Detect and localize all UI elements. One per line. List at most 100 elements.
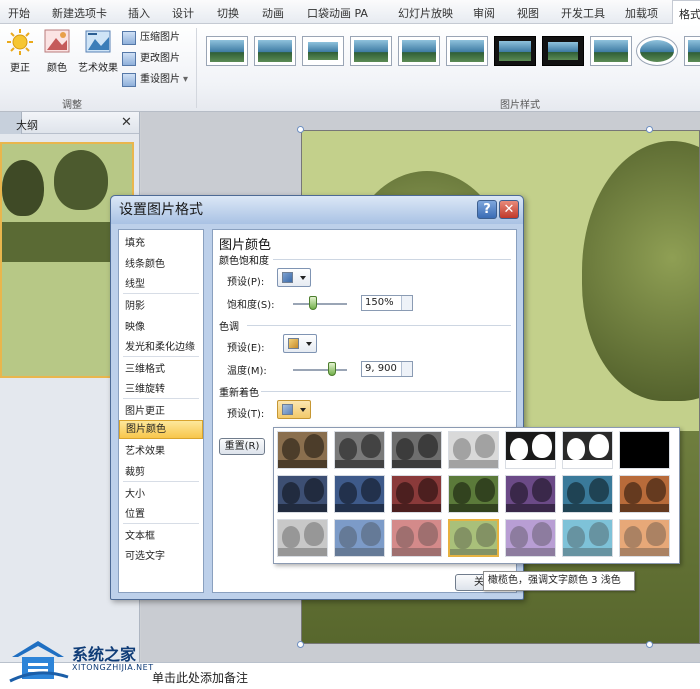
- picture-style-5[interactable]: [398, 36, 440, 66]
- artistic-effects-button[interactable]: 艺术效果: [76, 28, 120, 74]
- recolor-swatch[interactable]: [391, 519, 442, 557]
- picture-style-7[interactable]: [494, 36, 536, 66]
- nav-line-style[interactable]: 线型: [125, 275, 145, 290]
- picture-style-9[interactable]: [590, 36, 632, 66]
- nav-reflection[interactable]: 映像: [125, 318, 145, 333]
- change-picture-button[interactable]: 更改图片: [122, 51, 180, 67]
- recolor-swatch[interactable]: [334, 475, 385, 513]
- recolor-swatch[interactable]: [562, 475, 613, 513]
- saturation-section: 颜色饱和度: [219, 256, 269, 267]
- swatch-face: [475, 434, 495, 458]
- recolor-swatch[interactable]: [391, 475, 442, 513]
- swatch-shoulders: [620, 504, 669, 512]
- nav-glow-soft-edges[interactable]: 发光和柔化边缘: [125, 338, 195, 353]
- swatch-shoulders: [335, 504, 384, 512]
- reset-button[interactable]: 重置(R): [219, 438, 265, 455]
- nav-size[interactable]: 大小: [125, 485, 145, 500]
- tab-developer[interactable]: 开发工具: [561, 5, 605, 21]
- swatch-face: [282, 438, 300, 460]
- nav-crop[interactable]: 裁剪: [125, 463, 145, 478]
- recolor-swatch[interactable]: [277, 519, 328, 557]
- swatch-face: [282, 482, 300, 504]
- recolor-swatch[interactable]: [277, 431, 328, 469]
- resize-handle-top-left[interactable]: [297, 126, 304, 133]
- picture-style-10[interactable]: [636, 36, 678, 66]
- recolor-swatch[interactable]: [448, 431, 499, 469]
- recolor-swatch[interactable]: [334, 431, 385, 469]
- picture-style-8[interactable]: [542, 36, 584, 66]
- nav-artistic-effects[interactable]: 艺术效果: [125, 442, 165, 457]
- nav-text-box[interactable]: 文本框: [125, 527, 155, 542]
- saturation-slider-thumb[interactable]: [308, 296, 317, 310]
- temperature-input[interactable]: 9, 900: [361, 361, 413, 377]
- saturation-slider[interactable]: [293, 296, 347, 310]
- nav-line-color[interactable]: 线条颜色: [125, 255, 165, 270]
- recolor-swatch[interactable]: [562, 519, 613, 557]
- nav-3d-format[interactable]: 三维格式: [125, 360, 165, 375]
- picture-style-3[interactable]: [302, 36, 344, 66]
- resize-handle-top[interactable]: [646, 126, 653, 133]
- nav-3d-rotation[interactable]: 三维旋转: [125, 380, 165, 395]
- help-button[interactable]: ?: [477, 200, 497, 219]
- tab-slideshow[interactable]: 幻灯片放映: [398, 5, 453, 21]
- recolor-swatch[interactable]: [619, 431, 670, 469]
- tab-addins[interactable]: 加载项: [625, 5, 658, 21]
- swatch-face: [339, 482, 357, 504]
- color-label: 颜色: [47, 63, 67, 74]
- resize-handle-bottom[interactable]: [646, 641, 653, 648]
- artistic-effects-label: 艺术效果: [78, 63, 118, 74]
- recolor-swatch[interactable]: [619, 519, 670, 557]
- tab-new-tab[interactable]: 新建选项卡: [52, 5, 107, 21]
- swatch-face: [589, 478, 609, 502]
- tab-view[interactable]: 视图: [517, 5, 539, 21]
- picture-style-1[interactable]: [206, 36, 248, 66]
- picture-style-2[interactable]: [254, 36, 296, 66]
- pane-tab-outline[interactable]: 大纲: [16, 117, 38, 133]
- tab-design[interactable]: 设计: [172, 5, 194, 21]
- nav-fill[interactable]: 填充: [125, 234, 145, 249]
- nav-picture-corrections[interactable]: 图片更正: [125, 402, 165, 417]
- recolor-preset-dropdown[interactable]: [277, 400, 311, 419]
- picture-style-11[interactable]: [684, 36, 700, 66]
- tab-home[interactable]: 开始: [8, 5, 30, 21]
- recolor-swatch[interactable]: [334, 519, 385, 557]
- recolor-swatch[interactable]: [448, 475, 499, 513]
- tone-preset-label: 预设(E):: [227, 343, 265, 354]
- tab-animations[interactable]: 动画: [262, 5, 284, 21]
- nav-position[interactable]: 位置: [125, 505, 145, 520]
- recolor-swatch[interactable]: [619, 475, 670, 513]
- corrections-button[interactable]: 更正: [4, 28, 36, 74]
- color-button[interactable]: 颜色: [40, 28, 74, 74]
- swatch-face: [624, 482, 642, 504]
- nav-picture-color[interactable]: 图片颜色: [119, 420, 203, 439]
- recolor-swatch[interactable]: [391, 431, 442, 469]
- temperature-slider-thumb[interactable]: [327, 362, 336, 376]
- recolor-swatch[interactable]: [277, 475, 328, 513]
- reset-picture-button[interactable]: 重设图片 ▾: [122, 72, 188, 88]
- resize-handle-bottom-left[interactable]: [297, 641, 304, 648]
- picture-style-6[interactable]: [446, 36, 488, 66]
- nav-alt-text[interactable]: 可选文字: [125, 547, 165, 562]
- tone-preset-dropdown[interactable]: [283, 334, 317, 353]
- recolor-swatch[interactable]: [505, 475, 556, 513]
- saturation-input[interactable]: 150%: [361, 295, 413, 311]
- compress-icon: [122, 31, 136, 45]
- swatch-face: [396, 438, 414, 460]
- recolor-swatch[interactable]: [448, 519, 499, 557]
- compress-pictures-button[interactable]: 压缩图片: [122, 30, 180, 46]
- nav-shadow[interactable]: 阴影: [125, 297, 145, 312]
- tab-pocket-animation[interactable]: 口袋动画 PA: [307, 5, 368, 21]
- temperature-slider[interactable]: [293, 362, 347, 376]
- recolor-swatch[interactable]: [505, 519, 556, 557]
- picture-style-4[interactable]: [350, 36, 392, 66]
- swatch-face: [418, 522, 438, 546]
- tab-format[interactable]: 格式: [672, 0, 700, 25]
- tab-review[interactable]: 审阅: [473, 5, 495, 21]
- dialog-close-button[interactable]: ✕: [499, 200, 519, 219]
- tab-insert[interactable]: 插入: [128, 5, 150, 21]
- tab-transitions[interactable]: 切换: [217, 5, 239, 21]
- recolor-swatch[interactable]: [505, 431, 556, 469]
- recolor-swatch[interactable]: [562, 431, 613, 469]
- close-icon[interactable]: ✕: [121, 115, 132, 130]
- saturation-preset-dropdown[interactable]: [277, 268, 311, 287]
